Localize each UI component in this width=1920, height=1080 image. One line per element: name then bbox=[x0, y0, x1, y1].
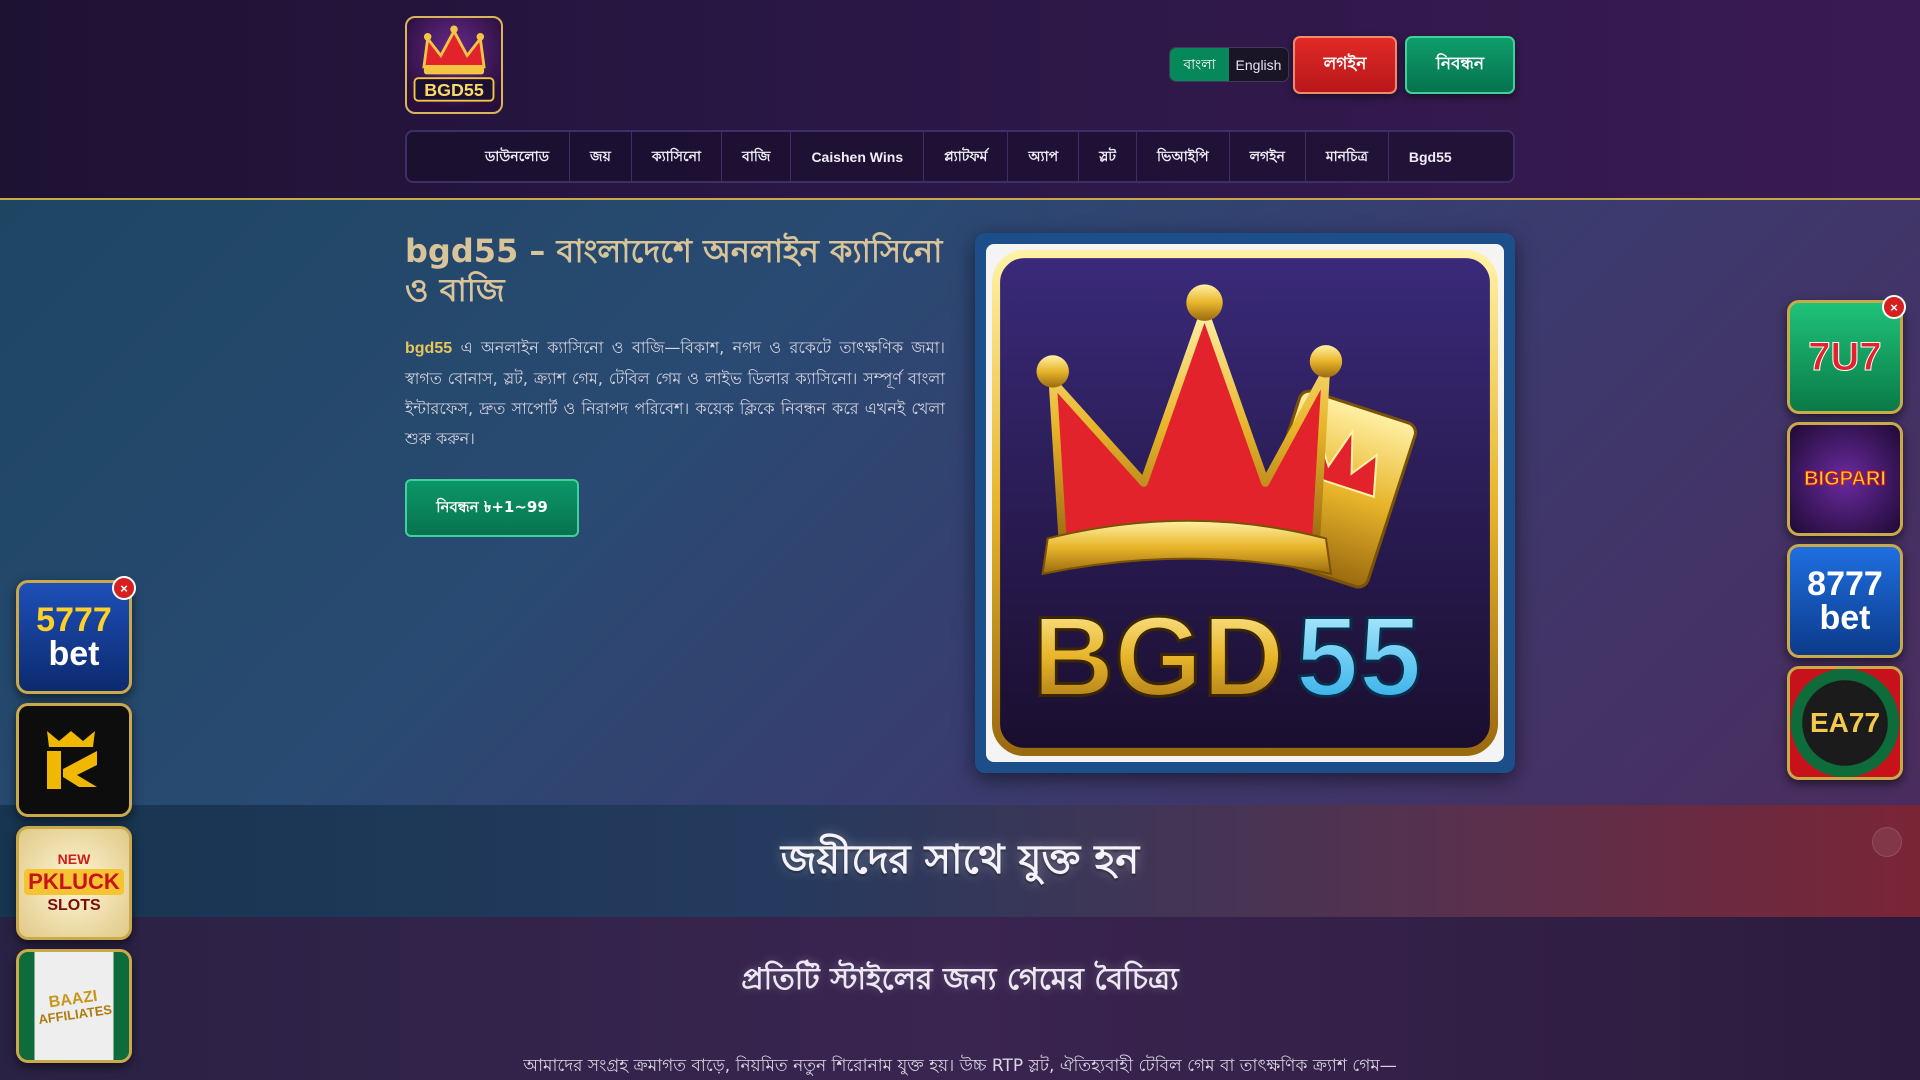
age-badge-icon bbox=[1872, 827, 1902, 857]
game-variety-title: প্রতিটি স্টাইলের জন্য গেমের বৈচিত্র্য bbox=[741, 962, 1179, 997]
join-winners-band: জয়ীদের সাথে যুক্ত হন bbox=[0, 805, 1920, 917]
nav-item-win[interactable]: জয় bbox=[570, 132, 632, 181]
nav-item-caishen-wins[interactable]: Caishen Wins bbox=[791, 132, 925, 181]
nav-item-download[interactable]: ডাউনলোড bbox=[465, 132, 571, 181]
ad-8777bet-line1: 8777 bbox=[1807, 565, 1883, 603]
nav-item-app[interactable]: অ্যাপ bbox=[1008, 132, 1080, 181]
nav-item-bgd55[interactable]: Bgd55 bbox=[1389, 132, 1472, 181]
ad-5777bet[interactable]: 5777 bet bbox=[16, 580, 132, 694]
hero-description: bgd55 এ অনলাইন ক্যাসিনো ও বাজি—বিকাশ, নগ… bbox=[405, 333, 945, 454]
language-switch: বাংলা English bbox=[1169, 47, 1289, 82]
nav-item-sitemap[interactable]: মানচিত্র bbox=[1306, 132, 1389, 181]
lang-bangla-button[interactable]: বাংলা bbox=[1170, 48, 1229, 81]
ad-8777bet[interactable]: 8777 bet bbox=[1787, 544, 1903, 658]
hero-image: BGD 55 bbox=[975, 233, 1515, 773]
game-variety-text: আমাদের সংগ্রহ ক্রমাগত বাড়ে, নিয়মিত নতু… bbox=[523, 1056, 1397, 1076]
ad-5777bet-line2: bet bbox=[48, 635, 100, 673]
ad-7u7-text: 7U7 bbox=[1808, 335, 1882, 379]
hero-image-text-55: 55 bbox=[1296, 593, 1422, 720]
crown-logo-icon: BGD55 bbox=[413, 25, 495, 102]
ad-bigpari[interactable]: BIGPARI bbox=[1787, 422, 1903, 536]
close-left-ads-button[interactable]: × bbox=[112, 576, 136, 600]
nav-item-betting[interactable]: বাজি bbox=[722, 132, 792, 181]
hero-image-text-bgd: BGD bbox=[1032, 593, 1284, 720]
hero-title: bgd55 – বাংলাদেশে অনলাইন ক্যাসিনো ও বাজি bbox=[405, 232, 943, 309]
ad-k-logo[interactable] bbox=[16, 703, 132, 817]
bgd55-crown-image-icon: BGD 55 bbox=[992, 250, 1498, 756]
nav-item-login[interactable]: লগইন bbox=[1230, 132, 1306, 181]
ad-ea77[interactable]: EA77 bbox=[1787, 666, 1903, 780]
ad-baazi-affiliates[interactable]: BAAZI AFFILIATES bbox=[16, 949, 132, 1063]
lang-english-button[interactable]: English bbox=[1229, 48, 1288, 81]
nav-item-casino[interactable]: ক্যাসিনো bbox=[632, 132, 723, 181]
ad-5777bet-line1: 5777 bbox=[36, 601, 112, 639]
nav-item-platform[interactable]: প্ল্যাটফর্ম bbox=[924, 132, 1009, 181]
hero-brand-link[interactable]: bgd55 bbox=[405, 340, 452, 357]
site-header: BGD55 বাংলা English লগইন নিবন্ধন ডাউনলোড… bbox=[0, 0, 1920, 200]
k-logo-icon bbox=[47, 731, 97, 789]
nav-item-slot[interactable]: স্লট bbox=[1079, 132, 1138, 181]
hero-description-text: এ অনলাইন ক্যাসিনো ও বাজি—বিকাশ, নগদ ও রক… bbox=[405, 338, 945, 448]
ad-pkluck-line3: SLOTS bbox=[47, 897, 101, 914]
ad-pkluck-line1: NEW bbox=[57, 851, 91, 867]
ad-pkluck-line2: PKLUCK bbox=[24, 869, 124, 895]
hero-register-button[interactable]: নিবন্ধন ৳+1~99 bbox=[405, 479, 579, 537]
ad-8777bet-line2: bet bbox=[1819, 599, 1871, 637]
ad-bigpari-text: BIGPARI bbox=[1804, 468, 1887, 490]
join-winners-title: জয়ীদের সাথে যুক্ত হন bbox=[780, 836, 1140, 883]
close-right-ads-button[interactable]: × bbox=[1882, 295, 1906, 319]
logo-text: BGD55 bbox=[424, 80, 484, 100]
ad-ea77-text: EA77 bbox=[1809, 707, 1881, 738]
login-button[interactable]: লগইন bbox=[1293, 36, 1397, 94]
hero-section bbox=[0, 200, 1920, 805]
site-logo[interactable]: BGD55 bbox=[405, 16, 503, 114]
main-nav: ডাউনলোড জয় ক্যাসিনো বাজি Caishen Wins প… bbox=[405, 130, 1515, 183]
register-button[interactable]: নিবন্ধন bbox=[1405, 36, 1515, 94]
ad-7u7[interactable]: 7U7 bbox=[1787, 300, 1903, 414]
nav-item-vip[interactable]: ভিআইপি bbox=[1137, 132, 1230, 181]
ad-new-pkluck-slots[interactable]: NEW PKLUCK SLOTS bbox=[16, 826, 132, 940]
